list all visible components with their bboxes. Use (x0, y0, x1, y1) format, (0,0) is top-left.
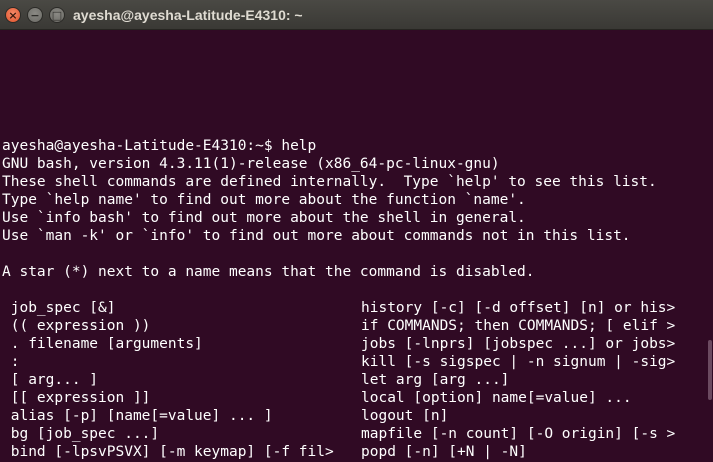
title-bar[interactable]: × − □ ayesha@ayesha-Latitude-E4310: ~ (0, 0, 713, 30)
command-right: local [option] name[=value] ... (361, 390, 632, 406)
output-line: GNU bash, version 4.3.11(1)-release (x86… (2, 156, 500, 172)
command-left: job_spec [&] (2, 300, 116, 316)
maximize-icon: □ (51, 8, 63, 22)
prompt-line: ayesha@ayesha-Latitude-E4310:~$ help (2, 138, 317, 154)
command-right: popd [-n] [+N | -N] (361, 444, 527, 460)
maximize-button[interactable]: □ (49, 7, 65, 23)
minimize-button[interactable]: − (27, 7, 43, 23)
command-right: jobs [-lnprs] [jobspec ...] or jobs> (361, 336, 676, 352)
command-right: kill [-s sigspec | -n signum | -sig> (361, 354, 676, 370)
output-line: Type `help name' to find out more about … (2, 192, 526, 208)
scrollbar-thumb[interactable] (708, 340, 712, 400)
terminal-output[interactable]: ayesha@ayesha-Latitude-E4310:~$ help GNU… (0, 30, 705, 462)
scrollbar[interactable] (705, 30, 713, 462)
command-left: bg [job_spec ...] (2, 426, 160, 442)
close-icon: × (8, 8, 18, 22)
command-left: [[ expression ]] (2, 390, 151, 406)
command-right: let arg [arg ...] (361, 372, 510, 388)
command-left: : (2, 354, 20, 370)
close-button[interactable]: × (5, 7, 21, 23)
output-line: Use `info bash' to find out more about t… (2, 210, 526, 226)
command-left: . filename [arguments] (2, 336, 203, 352)
command-left: (( expression )) (2, 318, 151, 334)
window-title: ayesha@ayesha-Latitude-E4310: ~ (73, 7, 303, 23)
command-left: bind [-lpsvPSVX] [-m keymap] [-f fil> (2, 444, 334, 460)
minimize-icon: − (30, 8, 40, 22)
command-right: logout [n] (361, 408, 449, 424)
command-left: [ arg... ] (2, 372, 99, 388)
output-line: A star (*) next to a name means that the… (2, 264, 535, 280)
command-right: if COMMANDS; then COMMANDS; [ elif > (361, 318, 676, 334)
command-right: history [-c] [-d offset] [n] or his> (361, 300, 676, 316)
command-right: mapfile [-n count] [-O origin] [-s > (361, 426, 676, 442)
output-line: Use `man -k' or `info' to find out more … (2, 228, 631, 244)
command-left: alias [-p] [name[=value] ... ] (2, 408, 273, 424)
terminal-window: × − □ ayesha@ayesha-Latitude-E4310: ~ ay… (0, 0, 713, 462)
output-line: These shell commands are defined interna… (2, 174, 657, 190)
